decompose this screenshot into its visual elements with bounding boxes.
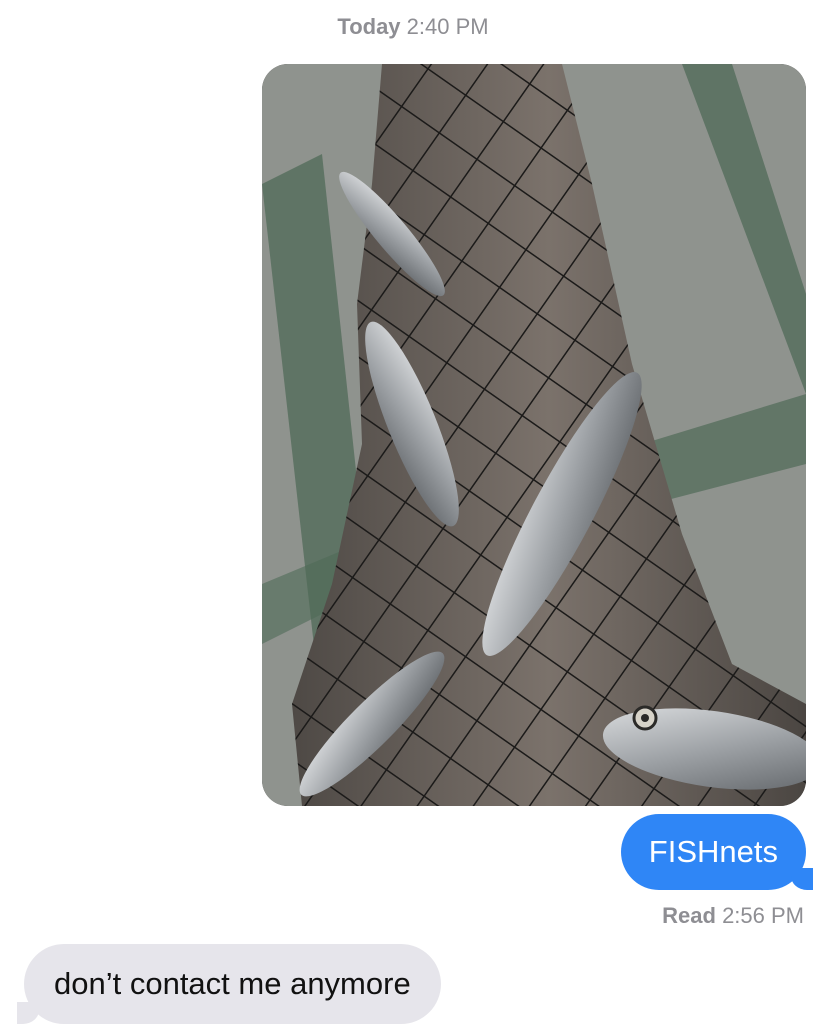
timestamp-time: 2:40 PM xyxy=(406,14,489,39)
fish-pupil xyxy=(641,714,649,722)
read-receipt: Read 2:56 PM xyxy=(662,903,804,929)
incoming-message-text: don’t contact me anymore xyxy=(54,966,411,1001)
incoming-message-bubble[interactable]: don’t contact me anymore xyxy=(17,944,441,1024)
timestamp-day: Today xyxy=(337,14,401,39)
outgoing-message-text: FISHnets xyxy=(648,834,778,869)
photo-attachment[interactable] xyxy=(262,64,806,806)
thread-timestamp: Today 2:40 PM xyxy=(0,14,826,40)
read-receipt-label: Read xyxy=(662,903,716,928)
outgoing-message-bubble[interactable]: FISHnets xyxy=(620,814,814,890)
read-receipt-time: 2:56 PM xyxy=(722,903,804,928)
photo-image xyxy=(262,64,806,806)
